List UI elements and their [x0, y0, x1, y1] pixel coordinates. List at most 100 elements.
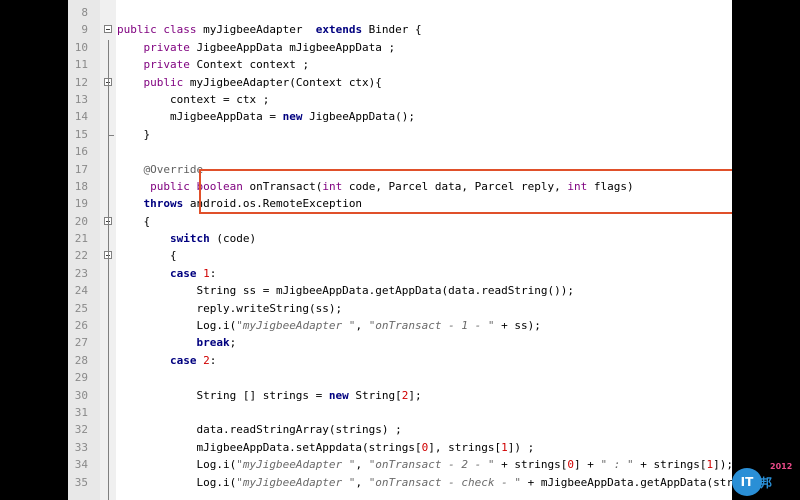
- code-line[interactable]: 35 Log.i("myJigbeeAdapter ", "onTransact…: [68, 474, 732, 491]
- code-text: Log.i("myJigbeeAdapter ", "onTransact - …: [117, 317, 540, 334]
- code-token: case: [169, 266, 197, 280]
- code-token: ];: [408, 388, 422, 402]
- code-line[interactable]: 14 mJigbeeAppData = new JigbeeAppData();: [68, 108, 732, 125]
- code-editor[interactable]: 8 9 public class myJigbeeAdapter extends B…: [68, 0, 732, 500]
- code-token: int: [567, 179, 588, 193]
- code-token: Log.i(: [117, 458, 237, 472]
- fold-toggle-icon[interactable]: [104, 25, 112, 34]
- code-line[interactable]: 13 context = ctx ;: [68, 91, 732, 108]
- code-token: 1: [501, 440, 508, 454]
- line-number: 16: [74, 145, 88, 159]
- code-token: myJigbeeAdapter: [196, 23, 316, 37]
- code-token: "onTransact - 2 - ": [368, 458, 495, 472]
- line-number: 21: [74, 232, 88, 246]
- code-text: {: [117, 247, 177, 264]
- code-token: "onTransact - 1 - ": [368, 319, 495, 333]
- code-token: reply.writeString(ss);: [117, 301, 343, 315]
- code-text: }: [117, 126, 150, 143]
- code-token: code, Parcel data, Parcel reply,: [342, 179, 568, 193]
- line-number: 32: [74, 423, 88, 437]
- line-number: 13: [74, 92, 88, 106]
- code-token: public class: [117, 23, 197, 37]
- code-line[interactable]: 33 mJigbeeAppData.setAppdata(strings[0],…: [68, 439, 732, 456]
- code-line[interactable]: 29: [68, 369, 732, 386]
- code-line[interactable]: 16: [68, 143, 732, 160]
- code-token: ,: [355, 319, 369, 333]
- code-text: throws android.os.RemoteException: [117, 195, 363, 212]
- code-token: android.os.RemoteException: [183, 197, 363, 211]
- code-line[interactable]: 26 Log.i("myJigbeeAdapter ", "onTransact…: [68, 317, 732, 334]
- line-number: 10: [74, 40, 88, 54]
- code-line[interactable]: 30 String [] strings = new String[2];: [68, 387, 732, 404]
- code-line[interactable]: 12 public myJigbeeAdapter(Context ctx){: [68, 74, 732, 91]
- line-number: 9: [81, 23, 88, 37]
- line-number: 19: [74, 197, 88, 211]
- code-token: myJigbeeAdapter(Context ctx){: [183, 75, 382, 89]
- code-text: String ss = mJigbeeAppData.getAppData(da…: [117, 282, 574, 299]
- code-token: "myJigbeeAdapter ": [236, 458, 356, 472]
- code-token: context = ctx ;: [117, 92, 270, 106]
- code-line[interactable]: 10 private JigbeeAppData mJigbeeAppData …: [68, 39, 732, 56]
- code-line[interactable]: 9 public class myJigbeeAdapter extends Bi…: [68, 21, 732, 38]
- code-text: public boolean onTransact(int code, Parc…: [117, 178, 633, 195]
- code-line[interactable]: 31: [68, 404, 732, 421]
- code-token: ]) ;: [507, 440, 535, 454]
- code-token: }: [117, 127, 151, 141]
- code-text: data.readStringArray(strings) ;: [117, 421, 402, 438]
- code-line[interactable]: 22 {: [68, 247, 732, 264]
- code-token: ,: [355, 458, 369, 472]
- code-token: Binder {: [362, 23, 422, 37]
- line-number: 31: [74, 405, 88, 419]
- code-line[interactable]: 32 data.readStringArray(strings) ;: [68, 421, 732, 438]
- code-token: public boolean: [150, 179, 243, 193]
- code-token: switch: [169, 232, 210, 246]
- code-line[interactable]: 17 @Override: [68, 161, 732, 178]
- code-line[interactable]: 21 switch (code): [68, 230, 732, 247]
- code-token: ]);: [713, 458, 732, 472]
- watermark-badge: 2012: [770, 462, 793, 471]
- line-number: 24: [74, 284, 88, 298]
- code-text: case 1:: [117, 265, 216, 282]
- code-token: " : ": [600, 458, 634, 472]
- code-token: private: [143, 58, 190, 72]
- code-line[interactable]: 23 case 1:: [68, 265, 732, 282]
- code-text: Log.i("myJigbeeAdapter ", "onTransact - …: [117, 456, 732, 473]
- line-number: 25: [74, 301, 88, 315]
- code-token: case: [169, 353, 197, 367]
- code-line[interactable]: 28 case 2:: [68, 352, 732, 369]
- code-line[interactable]: 8: [68, 4, 732, 21]
- code-token: ] +: [574, 458, 601, 472]
- code-line[interactable]: 27 break;: [68, 334, 732, 351]
- line-number: 17: [74, 162, 88, 176]
- code-token: data.readStringArray(strings) ;: [117, 423, 402, 437]
- code-line[interactable]: 25 reply.writeString(ss);: [68, 300, 732, 317]
- code-line[interactable]: 20 {: [68, 213, 732, 230]
- line-number: 12: [74, 75, 88, 89]
- code-token: Context context ;: [189, 58, 310, 72]
- code-line[interactable]: 34 Log.i("myJigbeeAdapter ", "onTransact…: [68, 456, 732, 473]
- code-text: reply.writeString(ss);: [117, 300, 342, 317]
- code-line[interactable]: 15 }: [68, 125, 732, 143]
- code-token: String ss = mJigbeeAppData.getAppData(da…: [117, 284, 574, 298]
- code-token: throws: [143, 197, 184, 211]
- code-text: private JigbeeAppData mJigbeeAppData ;: [117, 39, 396, 56]
- code-line[interactable]: 24 String ss = mJigbeeAppData.getAppData…: [68, 282, 732, 299]
- code-token: + strings[: [494, 458, 568, 472]
- line-number: 33: [74, 440, 88, 454]
- code-text: private Context context ;: [117, 56, 310, 73]
- code-line[interactable]: 11 private Context context ;: [68, 56, 732, 73]
- code-token: ;: [229, 336, 237, 350]
- site-watermark-logo: IT 邦 2012: [732, 462, 796, 498]
- code-line[interactable]: 19 throws android.os.RemoteException: [68, 195, 732, 212]
- code-token: new: [282, 110, 303, 124]
- line-number: 15: [74, 127, 88, 141]
- code-token: :: [209, 353, 217, 367]
- code-line[interactable]: 18 public boolean onTransact(int code, P…: [68, 178, 732, 195]
